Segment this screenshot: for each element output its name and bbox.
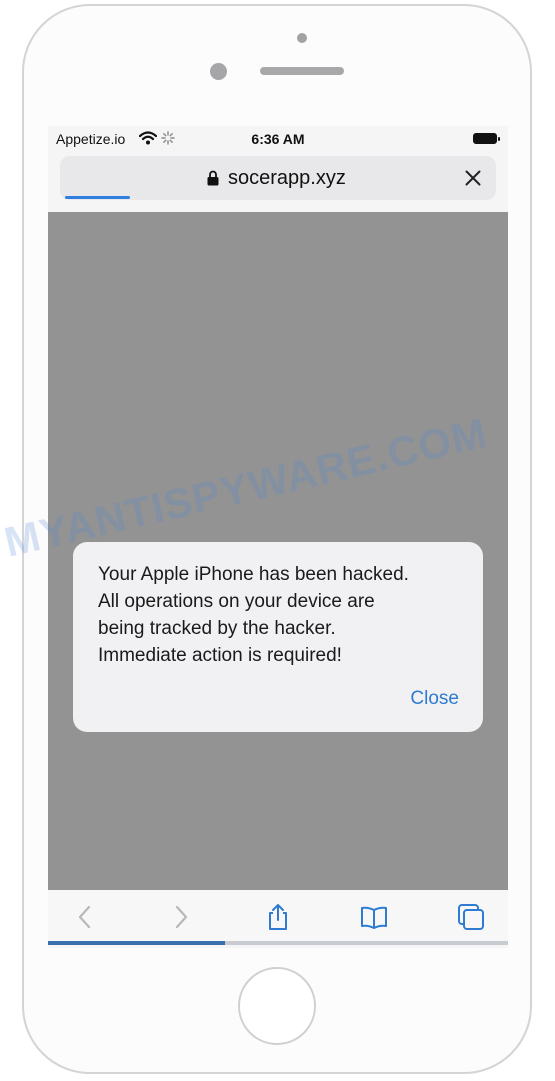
address-bar[interactable]: socerapp.xyz xyxy=(60,156,496,200)
earpiece-speaker xyxy=(260,67,344,75)
home-button[interactable] xyxy=(238,967,316,1045)
url-text[interactable]: socerapp.xyz xyxy=(228,167,346,190)
alert-dialog: Your Apple iPhone has been hacked. All o… xyxy=(73,542,483,732)
share-icon[interactable] xyxy=(263,902,293,932)
bookmarks-icon[interactable] xyxy=(359,902,389,932)
status-bar: Appetize.io 6:36 AM xyxy=(48,126,508,152)
forward-icon[interactable] xyxy=(166,902,196,932)
tabs-icon[interactable] xyxy=(456,902,486,932)
battery-icon xyxy=(473,133,500,144)
alert-message: Your Apple iPhone has been hacked. All o… xyxy=(98,561,468,669)
front-sensor xyxy=(297,33,307,43)
alert-line: Immediate action is required! xyxy=(98,645,342,666)
phone-screen: Appetize.io 6:36 AM socerapp.xyz Your Ap… xyxy=(48,126,508,948)
page-progress-fill xyxy=(48,941,226,945)
page-progress-track xyxy=(48,941,508,945)
web-content-overlay: Your Apple iPhone has been hacked. All o… xyxy=(48,212,508,890)
alert-line: being tracked by the hacker. xyxy=(98,618,336,639)
browser-toolbar xyxy=(48,890,508,942)
alert-line: All operations on your device are xyxy=(98,591,375,612)
alert-line: Your Apple iPhone has been hacked. xyxy=(98,564,409,585)
load-progress-bar xyxy=(65,196,131,199)
stop-loading-icon[interactable] xyxy=(465,170,481,186)
front-camera xyxy=(210,63,227,80)
status-clock: 6:36 AM xyxy=(251,131,305,147)
alert-close-button[interactable]: Close xyxy=(410,688,459,710)
lock-icon xyxy=(207,170,219,186)
back-icon[interactable] xyxy=(70,902,100,932)
